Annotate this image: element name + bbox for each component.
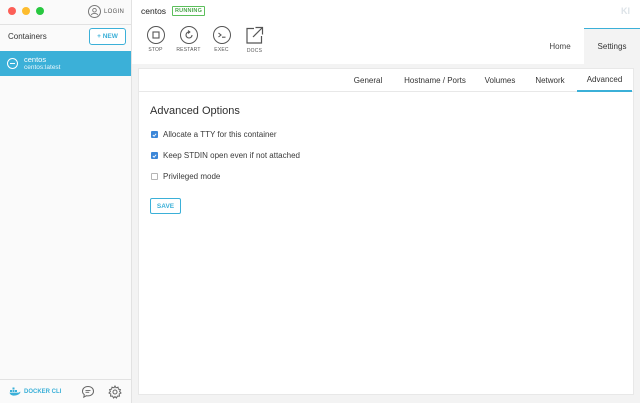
maximize-window-icon[interactable] — [36, 7, 44, 15]
stop-icon — [146, 26, 165, 44]
save-button[interactable]: SAVE — [150, 198, 181, 214]
restart-button[interactable]: RESTART — [172, 26, 205, 54]
close-window-icon[interactable] — [8, 7, 16, 15]
option-allocate-tty[interactable]: Allocate a TTY for this container — [151, 130, 277, 139]
subtab-hostname-ports[interactable]: Hostname / Ports — [397, 69, 473, 92]
docker-cli-button[interactable]: DOCKER CLI — [9, 387, 61, 396]
sidebar-footer: DOCKER CLI — [0, 379, 131, 403]
sidebar: LOGIN Containers + NEW centos centos:lat… — [0, 0, 132, 403]
docs-label: DOCS — [246, 48, 263, 54]
login-label: LOGIN — [104, 8, 125, 15]
settings-subtabs: General Hostname / Ports Volumes Network… — [139, 69, 633, 92]
status-badge: RUNNING — [172, 6, 206, 16]
user-icon — [88, 5, 101, 18]
subtab-general[interactable]: General — [348, 69, 388, 92]
exec-label: EXEC — [214, 47, 229, 53]
external-link-icon — [246, 26, 264, 44]
terminal-icon — [212, 26, 231, 44]
restart-icon — [179, 26, 198, 44]
tab-home[interactable]: Home — [536, 28, 584, 64]
subtab-network[interactable]: Network — [531, 69, 569, 92]
gear-icon[interactable] — [108, 385, 122, 399]
kitematic-logo: KI — [621, 6, 630, 16]
container-title: centos — [141, 6, 167, 16]
subtab-volumes[interactable]: Volumes — [480, 69, 520, 92]
restart-label: RESTART — [176, 47, 201, 53]
checkbox-allocate-tty[interactable] — [151, 131, 158, 138]
subtab-advanced[interactable]: Advanced — [577, 69, 632, 92]
new-container-button[interactable]: + NEW — [89, 28, 126, 45]
container-actions: STOP RESTART EXEC DOCS — [139, 26, 271, 54]
container-item-image: centos:latest — [24, 64, 61, 71]
exec-button[interactable]: EXEC — [205, 26, 238, 54]
containers-title: Containers — [8, 32, 47, 41]
container-status-icon — [7, 58, 18, 69]
option-label: Privileged mode — [163, 172, 221, 181]
chat-icon[interactable] — [81, 385, 95, 399]
stop-label: STOP — [148, 47, 163, 53]
stop-button[interactable]: STOP — [139, 26, 172, 54]
sidebar-divider — [0, 24, 131, 25]
container-item-name: centos — [24, 55, 47, 64]
container-header: centos RUNNING KI STOP RESTART EXEC DOCS… — [132, 0, 640, 64]
checkbox-keep-stdin[interactable] — [151, 152, 158, 159]
option-keep-stdin[interactable]: Keep STDIN open even if not attached — [151, 151, 300, 160]
advanced-options-title: Advanced Options — [150, 105, 240, 117]
tab-settings[interactable]: Settings — [584, 28, 640, 64]
option-label: Keep STDIN open even if not attached — [163, 151, 300, 160]
settings-panel: General Hostname / Ports Volumes Network… — [138, 68, 634, 395]
docker-cli-label: DOCKER CLI — [24, 388, 62, 395]
container-list-item[interactable]: centos centos:latest — [0, 51, 131, 76]
login-button[interactable]: LOGIN — [88, 5, 124, 18]
docker-whale-icon — [9, 387, 21, 396]
window-controls — [8, 7, 44, 15]
minimize-window-icon[interactable] — [22, 7, 30, 15]
docs-button[interactable]: DOCS — [238, 26, 271, 54]
settings-area: General Hostname / Ports Volumes Network… — [132, 64, 640, 403]
option-privileged-mode[interactable]: Privileged mode — [151, 172, 220, 181]
option-label: Allocate a TTY for this container — [163, 130, 277, 139]
checkbox-privileged-mode[interactable] — [151, 173, 158, 180]
